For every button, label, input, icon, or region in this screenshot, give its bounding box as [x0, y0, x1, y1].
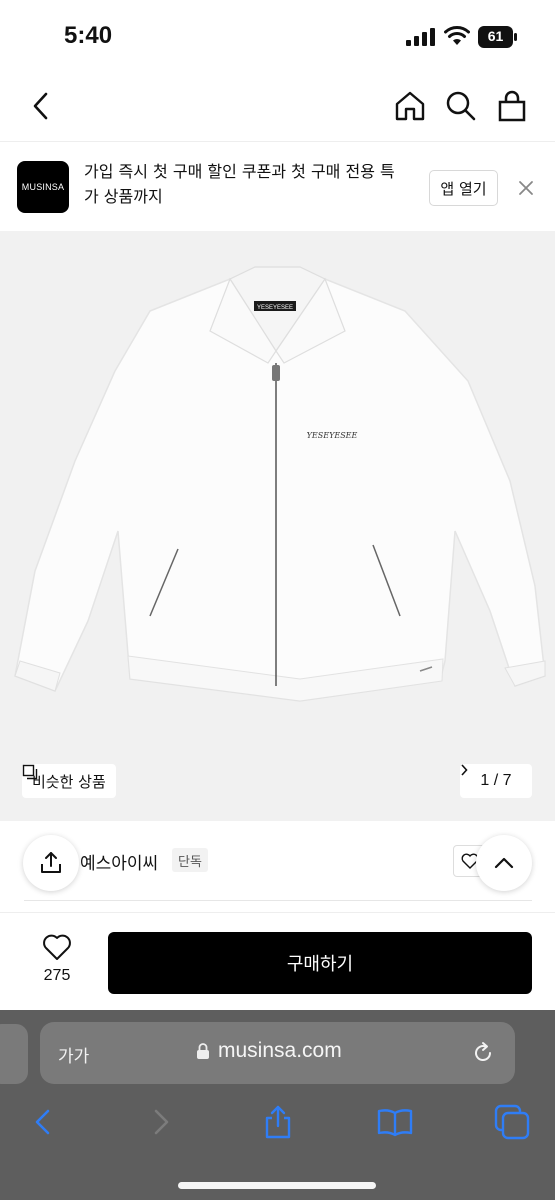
share-button[interactable]	[23, 835, 79, 891]
cellular-signal-icon	[406, 28, 435, 46]
buy-button[interactable]: 구매하기	[108, 932, 532, 994]
image-page-indicator[interactable]: 1 / 7	[460, 764, 532, 798]
battery-level: 61	[487, 28, 504, 44]
similar-products-label: 비슷한 상품	[32, 772, 106, 791]
browser-share-icon[interactable]	[258, 1102, 298, 1142]
app-promo-banner: MUSINSA 가입 즉시 첫 구매 할인 쿠폰과 첫 구매 전용 특가 상품까…	[0, 143, 555, 231]
tabs-icon[interactable]	[492, 1102, 532, 1142]
browser-bottom-bar: 가가 musinsa.com	[0, 1010, 555, 1200]
similar-products-button[interactable]: 비슷한 상품	[22, 764, 116, 798]
browser-back-icon[interactable]	[24, 1102, 64, 1142]
share-icon	[41, 852, 61, 873]
url-display[interactable]: musinsa.com	[196, 1039, 342, 1063]
text-size-button[interactable]: 가가	[58, 1042, 89, 1067]
bookmarks-icon[interactable]	[375, 1102, 415, 1142]
similar-icon	[22, 764, 38, 780]
scroll-to-top-button[interactable]	[476, 835, 532, 891]
home-icon[interactable]	[390, 86, 430, 126]
top-nav-bar	[0, 72, 555, 142]
chest-embroidery: YESEYESEE	[307, 431, 358, 440]
heart-icon	[43, 934, 71, 960]
back-icon[interactable]	[22, 86, 62, 126]
status-bar: 5:40 61	[0, 0, 555, 72]
divider	[24, 900, 532, 901]
like-count: 275	[43, 967, 71, 984]
open-app-button[interactable]: 앱 열기	[429, 170, 498, 206]
jacket-illustration: YESEYESEE YESEYESEE	[14, 266, 546, 702]
battery-icon: 61	[478, 26, 518, 48]
wishlist-button[interactable]: 275	[30, 933, 84, 985]
address-bar[interactable]: 가가 musinsa.com	[40, 1022, 515, 1084]
lock-icon	[197, 1043, 209, 1059]
collar-label: YESEYESEE	[257, 305, 293, 311]
purchase-bar: 275 구매하기	[0, 912, 555, 1010]
chevron-up-icon	[494, 857, 514, 869]
close-icon[interactable]	[516, 178, 536, 198]
reload-icon[interactable]	[470, 1040, 496, 1066]
browser-forward-icon[interactable]	[140, 1102, 180, 1142]
musinsa-logo: MUSINSA	[17, 161, 69, 213]
url-text: musinsa.com	[218, 1039, 342, 1062]
page-indicator-text: 1 / 7	[480, 772, 512, 789]
bag-icon[interactable]	[492, 86, 532, 126]
home-indicator	[178, 1182, 376, 1189]
exclusive-badge: 단독	[172, 848, 208, 872]
brand-row: 예스아이씨 단독	[0, 821, 555, 911]
status-time: 5:40	[64, 22, 113, 49]
brand-name[interactable]: 예스아이씨	[80, 849, 158, 874]
wifi-icon	[444, 26, 470, 45]
previous-tab-peek[interactable]	[0, 1024, 28, 1084]
promo-message: 가입 즉시 첫 구매 할인 쿠폰과 첫 구매 전용 특가 상품까지	[84, 162, 395, 206]
search-icon[interactable]	[441, 86, 481, 126]
product-image[interactable]: YESEYESEE YESEYESEE 비슷한 상품 1 / 7	[0, 231, 555, 821]
chevron-right-icon	[461, 764, 468, 776]
